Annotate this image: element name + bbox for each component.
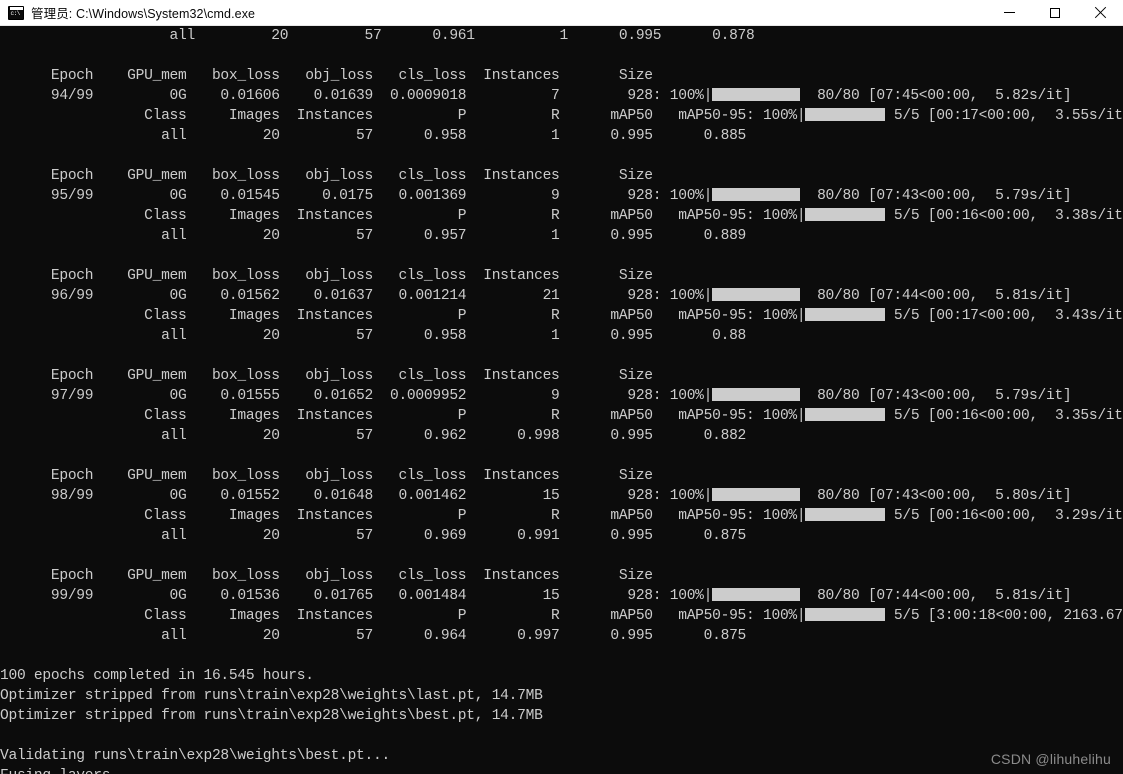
console-line: all 20 57 0.958 1 0.995 0.88 [0, 328, 747, 344]
console-line-text-tail: 5/5 [00:17<00:00, 3.55s/it] [885, 108, 1123, 124]
console-line: Epoch GPU_mem box_loss obj_loss cls_loss… [0, 368, 653, 384]
console-line: all 20 57 0.964 0.997 0.995 0.875 [0, 628, 747, 644]
console-line: Epoch GPU_mem box_loss obj_loss cls_loss… [0, 68, 653, 84]
console-line-text-tail: 80/80 [07:43<00:00, 5.80s/it] [800, 488, 1072, 504]
close-icon [1094, 7, 1106, 19]
console-line: Optimizer stripped from runs\train\exp28… [0, 708, 543, 724]
minimize-icon [1004, 12, 1015, 13]
console-line: Class Images Instances P R mAP50 mAP50-9… [0, 406, 1123, 426]
progress-bar-fill [712, 487, 801, 501]
console-line-text: 96/99 0G 0.01562 0.01637 0.001214 21 928… [0, 288, 713, 304]
console-line: Validating runs\train\exp28\weights\best… [0, 748, 390, 764]
window-title: 管理员: C:\Windows\System32\cmd.exe [31, 7, 256, 21]
console-line-text-tail: 80/80 [07:44<00:00, 5.81s/it] [800, 588, 1072, 604]
console-line: Epoch GPU_mem box_loss obj_loss cls_loss… [0, 568, 653, 584]
console-line: Class Images Instances P R mAP50 mAP50-9… [0, 306, 1123, 326]
console-line-text: Class Images Instances P R mAP50 mAP50-9… [0, 308, 806, 324]
console-line: 98/99 0G 0.01552 0.01648 0.001462 15 928… [0, 486, 1123, 506]
console-line-text: 97/99 0G 0.01555 0.01652 0.0009952 9 928… [0, 388, 713, 404]
console-line-text-tail: 80/80 [07:43<00:00, 5.79s/it] [800, 188, 1072, 204]
minimize-button[interactable] [987, 0, 1032, 25]
console-line: 94/99 0G 0.01606 0.01639 0.0009018 7 928… [0, 86, 1123, 106]
progress-bar-fill [712, 87, 801, 101]
console-line-text: 94/99 0G 0.01606 0.01639 0.0009018 7 928… [0, 88, 713, 104]
maximize-icon [1049, 7, 1060, 18]
console-line: Epoch GPU_mem box_loss obj_loss cls_loss… [0, 168, 653, 184]
console-line: 99/99 0G 0.01536 0.01765 0.001484 15 928… [0, 586, 1123, 606]
console-line: Class Images Instances P R mAP50 mAP50-9… [0, 106, 1123, 126]
console-line: 97/99 0G 0.01555 0.01652 0.0009952 9 928… [0, 386, 1123, 406]
console-line-text-tail: 5/5 [3:00:18<00:00, 2163.67s/it] [893, 608, 1123, 624]
console-line: Class Images Instances P R mAP50 mAP50-9… [0, 506, 1123, 526]
cmd-icon [8, 5, 24, 20]
window-controls [987, 0, 1123, 25]
progress-bar-fill [805, 207, 886, 221]
progress-bar-fill [805, 107, 886, 121]
console-line: Optimizer stripped from runs\train\exp28… [0, 688, 543, 704]
cmd-window: 管理员: C:\Windows\System32\cmd.exe all 20 … [0, 0, 1123, 774]
console-line: 96/99 0G 0.01562 0.01637 0.001214 21 928… [0, 286, 1123, 306]
console-line: all 20 57 0.962 0.998 0.995 0.882 [0, 428, 747, 444]
console-lines: all 20 57 0.961 1 0.995 0.878 Epoch GPU_… [0, 26, 1123, 774]
console-line: all 20 57 0.961 1 0.995 0.878 [0, 28, 755, 44]
progress-bar-fill [712, 387, 801, 401]
console-line: 95/99 0G 0.01545 0.0175 0.001369 9 928: … [0, 186, 1123, 206]
console-line-text-tail: 5/5 [00:16<00:00, 3.35s/it] [885, 408, 1123, 424]
console-line-text-tail: 5/5 [00:16<00:00, 3.38s/it] [885, 208, 1123, 224]
console-line-text-tail: 80/80 [07:45<00:00, 5.82s/it] [800, 88, 1072, 104]
console-line-text: Class Images Instances P R mAP50 mAP50-9… [0, 508, 806, 524]
console-line-text-tail: 80/80 [07:43<00:00, 5.79s/it] [800, 388, 1072, 404]
console-line: all 20 57 0.969 0.991 0.995 0.875 [0, 528, 747, 544]
console-line: Epoch GPU_mem box_loss obj_loss cls_loss… [0, 268, 653, 284]
progress-bar-fill [805, 607, 886, 621]
console-line-text-tail: 5/5 [00:16<00:00, 3.29s/it] [885, 508, 1123, 524]
console-line: Class Images Instances P R mAP50 mAP50-9… [0, 606, 1123, 626]
maximize-button[interactable] [1032, 0, 1077, 25]
console-line-text-tail: 5/5 [00:17<00:00, 3.43s/it] [885, 308, 1123, 324]
close-button[interactable] [1077, 0, 1123, 25]
console-line-text: 99/99 0G 0.01536 0.01765 0.001484 15 928… [0, 588, 713, 604]
console-line-text: Class Images Instances P R mAP50 mAP50-9… [0, 208, 806, 224]
watermark: CSDN @lihuhelihu [990, 751, 1111, 767]
progress-bar-fill [805, 407, 886, 421]
console-line: Fusing layers... [0, 766, 1123, 774]
console-line: all 20 57 0.958 1 0.995 0.885 [0, 128, 747, 144]
progress-bar-fill [712, 187, 801, 201]
progress-bar-fill [805, 507, 886, 521]
console-line-text: Class Images Instances P R mAP50 mAP50-9… [0, 108, 806, 124]
console-line-text-tail: 80/80 [07:44<00:00, 5.81s/it] [800, 288, 1072, 304]
progress-bar-fill [712, 287, 801, 301]
console-output-area[interactable]: all 20 57 0.961 1 0.995 0.878 Epoch GPU_… [0, 26, 1123, 774]
console-line-text: 95/99 0G 0.01545 0.0175 0.001369 9 928: … [0, 188, 713, 204]
console-line: all 20 57 0.957 1 0.995 0.889 [0, 228, 747, 244]
console-line-text: Class Images Instances P R mAP50 mAP50-9… [0, 408, 806, 424]
progress-bar-fill [805, 307, 886, 321]
progress-bar-fill [712, 587, 801, 601]
console-line: Class Images Instances P R mAP50 mAP50-9… [0, 206, 1123, 226]
console-line-text: 98/99 0G 0.01552 0.01648 0.001462 15 928… [0, 488, 713, 504]
console-line: Epoch GPU_mem box_loss obj_loss cls_loss… [0, 468, 653, 484]
console-line-text: Class Images Instances P R mAP50 mAP50-9… [0, 608, 806, 624]
console-line: 100 epochs completed in 16.545 hours. [0, 668, 314, 684]
window-titlebar[interactable]: 管理员: C:\Windows\System32\cmd.exe [0, 0, 1123, 26]
